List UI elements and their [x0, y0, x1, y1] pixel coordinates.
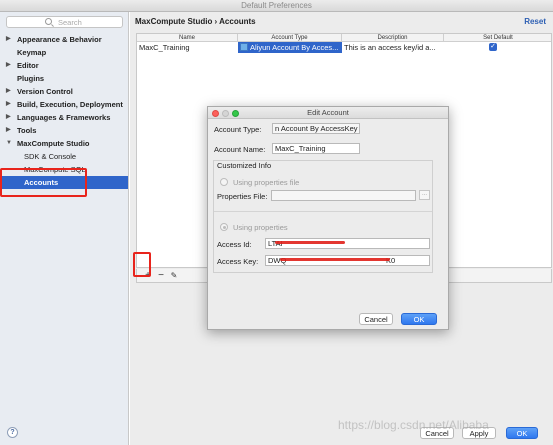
edit-account-button[interactable]: ✎ [168, 270, 180, 282]
account-type-field[interactable]: n Account By AccessKey [272, 123, 360, 134]
column-header-name[interactable]: Name [137, 34, 238, 42]
window-title: Default Preferences [241, 1, 312, 10]
properties-file-radio-label: Using properties file [233, 178, 300, 187]
cell-name: MaxC_Training [139, 43, 190, 52]
close-window-icon[interactable] [212, 110, 219, 117]
customized-info-label: Customized Info [217, 161, 272, 170]
breadcrumb: MaxCompute Studio › Accounts [135, 17, 256, 26]
chevron-right-icon[interactable]: ▶ [6, 85, 12, 98]
table-header: Name Account Type Description Set Defaul… [137, 34, 551, 42]
browse-button[interactable]: ... [419, 190, 430, 200]
search-icon [45, 18, 52, 25]
account-name-field[interactable]: MaxC_Training [272, 143, 360, 154]
settings-search-input[interactable]: Search [6, 16, 123, 28]
sidebar-item-keymap[interactable]: Keymap [0, 46, 128, 59]
account-type-label: Account Type: [214, 125, 262, 134]
properties-file-radio[interactable] [220, 178, 228, 186]
column-header-description[interactable]: Description [342, 34, 444, 42]
sidebar-item-plugins[interactable]: Plugins [0, 72, 128, 85]
sidebar-item-editor[interactable]: ▶ Editor [0, 59, 128, 72]
access-key-label: Access Key: [217, 257, 259, 266]
search-placeholder: Search [58, 18, 82, 27]
properties-file-field[interactable] [271, 190, 416, 201]
access-id-label: Access Id: [217, 240, 252, 249]
aliyun-account-icon [240, 43, 248, 51]
column-header-set-default[interactable]: Set Default [444, 34, 552, 42]
set-default-checkbox[interactable]: ✓ [489, 43, 497, 51]
properties-file-label: Properties File: [217, 192, 268, 201]
properties-radio-label: Using properties [233, 223, 288, 232]
sidebar-item-languages[interactable]: ▶ Languages & Frameworks [0, 111, 128, 124]
chevron-right-icon[interactable]: ▶ [6, 33, 12, 46]
help-button[interactable]: ? [7, 427, 18, 438]
add-button-highlight-box [133, 252, 151, 277]
window-titlebar: Default Preferences [0, 0, 553, 12]
sidebar-item-sdk-console[interactable]: SDK & Console [0, 150, 128, 163]
footer-ok-button[interactable]: OK [506, 427, 538, 439]
chevron-right-icon[interactable]: ▶ [6, 98, 12, 111]
sidebar-item-maxcompute-studio[interactable]: ▼ MaxCompute Studio [0, 137, 128, 150]
chevron-right-icon[interactable]: ▶ [6, 124, 12, 137]
group-divider [214, 211, 432, 212]
sidebar-item-tools[interactable]: ▶ Tools [0, 124, 128, 137]
dialog-cancel-button[interactable]: Cancel [359, 313, 393, 325]
sidebar-item-build[interactable]: ▶ Build, Execution, Deployment [0, 98, 128, 111]
table-row[interactable]: MaxC_Training Aliyun Account By Acces...… [137, 42, 551, 53]
dialog-ok-button[interactable]: OK [401, 313, 437, 325]
chevron-down-icon[interactable]: ▼ [6, 137, 12, 150]
sidebar-item-version-control[interactable]: ▶ Version Control [0, 85, 128, 98]
properties-radio[interactable] [220, 223, 228, 231]
sidebar-item-appearance[interactable]: ▶ Appearance & Behavior [0, 33, 128, 46]
pencil-icon: ✎ [170, 271, 178, 280]
access-id-redaction [275, 241, 345, 244]
reset-link[interactable]: Reset [524, 17, 546, 26]
account-name-label: Account Name: [214, 145, 266, 154]
remove-account-button[interactable]: − [155, 270, 167, 282]
settings-sidebar: Search ▶ Appearance & Behavior Keymap ▶ … [0, 12, 129, 445]
watermark-text: https://blog.csdn.net/Alibaba [338, 418, 489, 432]
minimize-window-icon[interactable] [222, 110, 229, 117]
accounts-highlight-box [0, 168, 87, 197]
maximize-window-icon[interactable] [232, 110, 239, 117]
chevron-right-icon[interactable]: ▶ [6, 59, 12, 72]
cell-account-type: Aliyun Account By Acces... [238, 42, 342, 53]
column-header-account-type[interactable]: Account Type [238, 34, 342, 42]
access-key-redaction [280, 258, 390, 261]
chevron-right-icon[interactable]: ▶ [6, 111, 12, 124]
cell-description: This is an access key/id a... [344, 43, 436, 52]
dialog-title: Edit Account [208, 107, 448, 119]
